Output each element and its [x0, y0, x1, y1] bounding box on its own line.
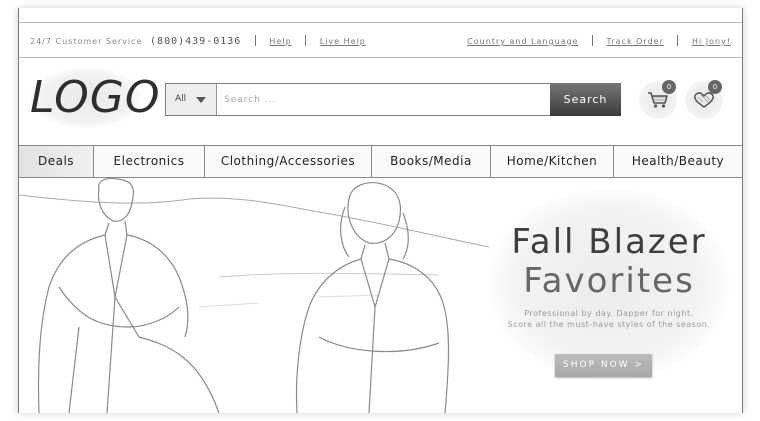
search-button[interactable]: Search [550, 83, 621, 116]
nav-item-clothing-accessories[interactable]: Clothing/Accessories [205, 146, 372, 177]
nav-item-books-media[interactable]: Books/Media [372, 146, 491, 177]
hero-subtitle-line2: Score all the must-have styles of the se… [507, 320, 711, 329]
divider [677, 35, 679, 46]
hero-subtitle: Professional by day. Dapper for night. S… [489, 308, 729, 330]
nav-item-deals[interactable]: Deals [19, 146, 94, 177]
hero-banner: Fall Blazer Favorites Professional by da… [19, 177, 742, 413]
cart-icon [648, 92, 668, 108]
cart-count-badge: 0 [662, 80, 676, 94]
phone-number[interactable]: (800)439-0136 [150, 36, 241, 47]
page-frame: 24/7 Customer Service (800)439-0136 Help… [18, 8, 743, 413]
search-category-label: All [175, 94, 187, 104]
shop-now-button[interactable]: SHOP NOW > [555, 354, 652, 377]
help-link[interactable]: Help [269, 37, 291, 46]
track-order-link[interactable]: Track Order [607, 37, 664, 46]
customer-service-label: 24/7 Customer Service [30, 37, 143, 46]
utility-bar: 24/7 Customer Service (800)439-0136 Help… [19, 22, 742, 58]
hero-subtitle-line1: Professional by day. Dapper for night. [524, 309, 694, 318]
search-bar: All Search [165, 83, 621, 116]
dropdown-arrow-icon [196, 97, 206, 103]
search-input[interactable] [222, 87, 546, 113]
site-logo[interactable]: LOGO [30, 68, 161, 128]
divider [305, 35, 307, 46]
wishlist-count-badge: 0 [708, 80, 722, 94]
logo-text: LOGO [30, 72, 161, 123]
category-nav: Deals Electronics Clothing/Accessories B… [19, 145, 742, 178]
heart-icon [694, 92, 714, 108]
account-greeting-link[interactable]: Hi Jony! [692, 37, 731, 46]
nav-item-electronics[interactable]: Electronics [94, 146, 205, 177]
divider [254, 35, 256, 46]
search-category-dropdown[interactable]: All [166, 84, 217, 115]
hero-title-line2: Favorites [523, 261, 695, 301]
nav-item-home-kitchen[interactable]: Home/Kitchen [491, 146, 614, 177]
nav-item-health-beauty[interactable]: Health/Beauty [614, 146, 742, 177]
country-language-link[interactable]: Country and Language [467, 37, 578, 46]
live-help-link[interactable]: Live Help [320, 37, 366, 46]
hero-title-line1: Fall Blazer [511, 222, 707, 262]
divider [592, 35, 594, 46]
